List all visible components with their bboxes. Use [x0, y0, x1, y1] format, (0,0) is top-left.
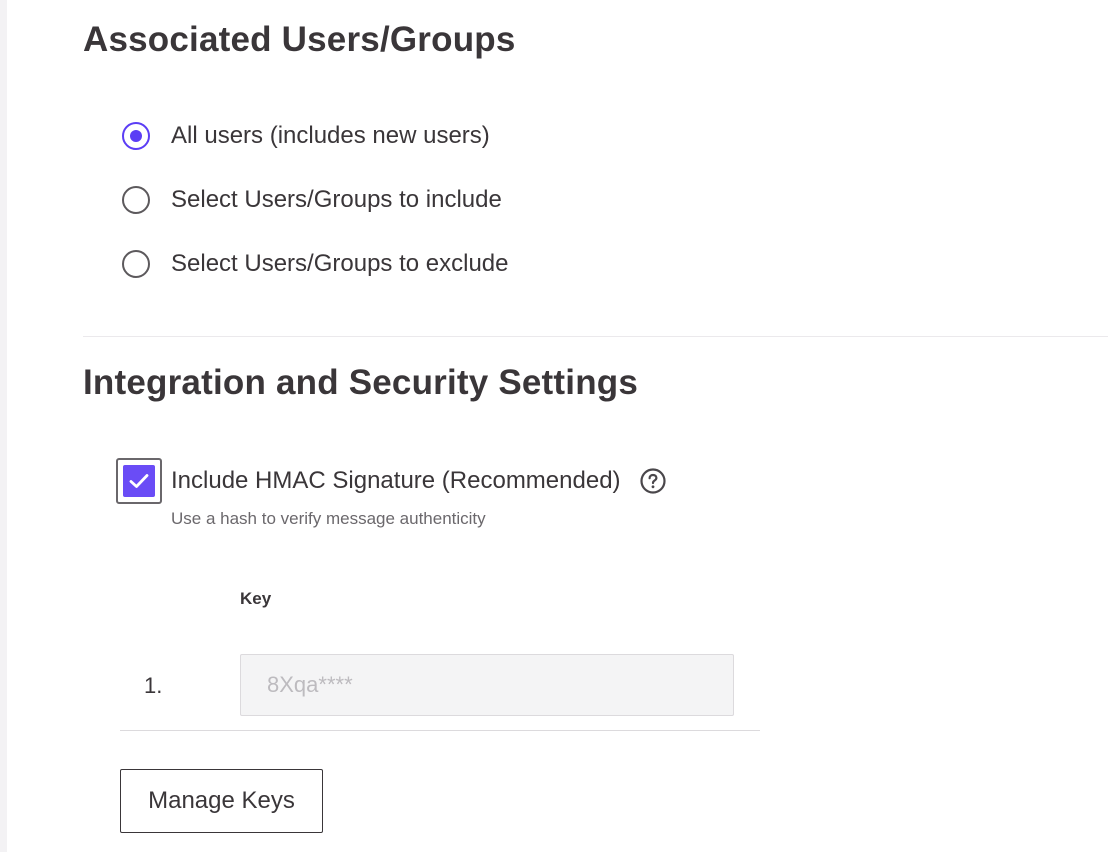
- settings-page: Associated Users/Groups All users (inclu…: [0, 0, 1108, 852]
- checkmark-icon: [123, 465, 155, 497]
- key-row-index: 1.: [144, 673, 163, 698]
- hmac-checkbox[interactable]: [116, 458, 162, 504]
- key-column-header: Key: [240, 589, 272, 608]
- key-row-divider: [120, 730, 760, 731]
- associated-users-title: Associated Users/Groups: [83, 20, 516, 59]
- radio-include-users[interactable]: Select Users/Groups to include: [122, 183, 502, 217]
- key-value-field: [240, 654, 734, 716]
- radio-include-users-label: Select Users/Groups to include: [171, 186, 502, 213]
- hmac-checkbox-row: Include HMAC Signature (Recommended): [116, 458, 666, 504]
- radio-exclude-users[interactable]: Select Users/Groups to exclude: [122, 247, 509, 281]
- manage-keys-button[interactable]: Manage Keys: [120, 769, 323, 833]
- radio-exclude-users-button[interactable]: [122, 250, 150, 278]
- question-circle-icon[interactable]: [639, 468, 666, 494]
- radio-all-users-button[interactable]: [122, 122, 150, 150]
- hmac-hint-text: Use a hash to verify message authenticit…: [171, 509, 486, 528]
- section-divider: [83, 336, 1108, 337]
- hmac-checkbox-label: Include HMAC Signature (Recommended): [171, 467, 621, 494]
- left-rail: [0, 0, 7, 852]
- radio-include-users-button[interactable]: [122, 186, 150, 214]
- radio-all-users-label: All users (includes new users): [171, 122, 490, 149]
- radio-exclude-users-label: Select Users/Groups to exclude: [171, 250, 509, 277]
- security-settings-title: Integration and Security Settings: [83, 363, 639, 402]
- radio-all-users[interactable]: All users (includes new users): [122, 119, 490, 153]
